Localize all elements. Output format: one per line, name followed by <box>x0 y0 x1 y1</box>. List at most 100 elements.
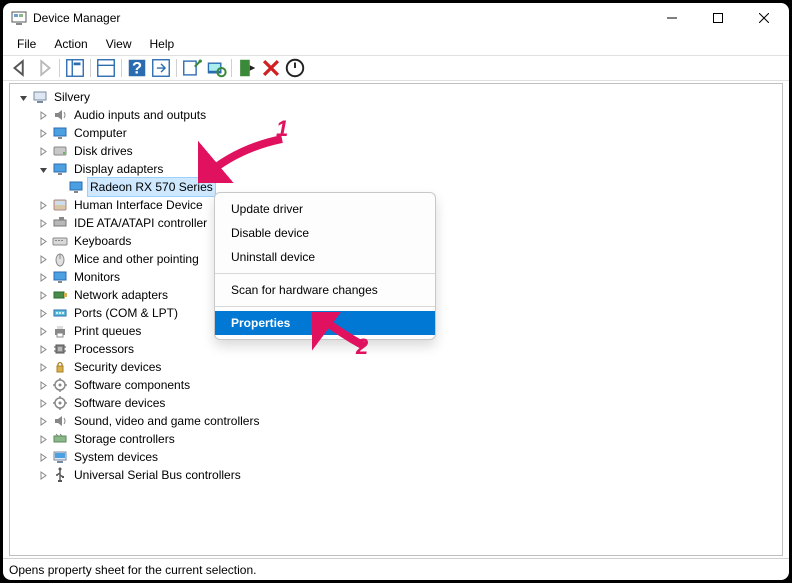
tree-category[interactable]: Software devices <box>12 394 780 412</box>
tree-category[interactable]: Processors <box>12 340 780 358</box>
tree-category[interactable]: Audio inputs and outputs <box>12 106 780 124</box>
tree-root[interactable]: Silvery <box>12 88 780 106</box>
chevron-right-icon[interactable] <box>36 450 50 464</box>
tree-category[interactable]: Universal Serial Bus controllers <box>12 466 780 484</box>
tree-category-label: Network adapters <box>72 286 170 304</box>
monitor-icon <box>68 179 84 195</box>
mouse-icon <box>52 251 68 267</box>
tree-category[interactable]: Computer <box>12 124 780 142</box>
chevron-right-icon[interactable] <box>36 342 50 356</box>
svg-text:?: ? <box>132 60 142 78</box>
ctx-separator <box>215 306 435 307</box>
chevron-right-icon[interactable] <box>36 468 50 482</box>
tree-category[interactable]: Disk drives <box>12 142 780 160</box>
forward-button[interactable] <box>33 57 55 79</box>
monitor-icon <box>52 269 68 285</box>
help-button[interactable]: ? <box>126 57 148 79</box>
toolbar-separator <box>231 59 232 77</box>
usb-icon <box>52 467 68 483</box>
storage-icon <box>52 431 68 447</box>
toolbar-separator <box>121 59 122 77</box>
hid-icon <box>52 197 68 213</box>
tree-category[interactable]: Software components <box>12 376 780 394</box>
chevron-down-icon[interactable] <box>36 162 50 176</box>
chevron-right-icon[interactable] <box>36 432 50 446</box>
tree-device-label: Radeon RX 570 Series <box>88 178 215 196</box>
tree-category-label: Processors <box>72 340 136 358</box>
monitor-icon <box>52 125 68 141</box>
tree-category[interactable]: Storage controllers <box>12 430 780 448</box>
context-menu: Update driver Disable device Uninstall d… <box>214 192 436 340</box>
menu-view[interactable]: View <box>98 35 140 53</box>
chevron-right-icon[interactable] <box>36 360 50 374</box>
chevron-right-icon[interactable] <box>36 270 50 284</box>
maximize-button[interactable] <box>695 3 741 33</box>
tree-category[interactable]: Security devices <box>12 358 780 376</box>
close-button[interactable] <box>741 3 787 33</box>
chevron-right-icon[interactable] <box>36 378 50 392</box>
menu-file[interactable]: File <box>9 35 44 53</box>
titlebar: Device Manager <box>3 3 789 33</box>
window-title: Device Manager <box>33 11 649 25</box>
chevron-right-icon[interactable] <box>36 414 50 428</box>
security-icon <box>52 359 68 375</box>
chevron-right-icon[interactable] <box>36 306 50 320</box>
tree-category[interactable]: Display adapters <box>12 160 780 178</box>
action-button[interactable] <box>150 57 172 79</box>
uninstall-device-button[interactable] <box>260 57 282 79</box>
port-icon <box>52 305 68 321</box>
chevron-right-icon[interactable] <box>36 216 50 230</box>
chevron-right-icon[interactable] <box>36 396 50 410</box>
menubar: File Action View Help <box>3 33 789 55</box>
tree-category-label: Keyboards <box>72 232 133 250</box>
chevron-down-icon[interactable] <box>16 90 30 104</box>
monitor-icon <box>52 161 68 177</box>
menu-help[interactable]: Help <box>142 35 183 53</box>
properties-button[interactable] <box>95 57 117 79</box>
ctx-uninstall-device[interactable]: Uninstall device <box>215 245 435 269</box>
tree-category-label: IDE ATA/ATAPI controller <box>72 214 209 232</box>
chevron-right-icon[interactable] <box>36 144 50 158</box>
chevron-right-icon[interactable] <box>36 252 50 266</box>
back-button[interactable] <box>9 57 31 79</box>
network-icon <box>52 287 68 303</box>
ctx-update-driver[interactable]: Update driver <box>215 197 435 221</box>
enable-device-button[interactable] <box>236 57 258 79</box>
tree-category-label: Sound, video and game controllers <box>72 412 261 430</box>
software-icon <box>52 377 68 393</box>
tree-category-label: System devices <box>72 448 160 466</box>
ctx-properties[interactable]: Properties <box>215 311 435 335</box>
show-hide-tree-button[interactable] <box>64 57 86 79</box>
tree-category-label: Universal Serial Bus controllers <box>72 466 243 484</box>
disable-device-button[interactable] <box>284 57 306 79</box>
tree-category-label: Storage controllers <box>72 430 177 448</box>
chevron-right-icon[interactable] <box>36 288 50 302</box>
chevron-right-icon[interactable] <box>36 108 50 122</box>
minimize-button[interactable] <box>649 3 695 33</box>
ctx-scan-hardware[interactable]: Scan for hardware changes <box>215 278 435 302</box>
tree-category-label: Security devices <box>72 358 163 376</box>
scan-hardware-button[interactable] <box>205 57 227 79</box>
chevron-right-icon[interactable] <box>36 126 50 140</box>
toolbar: ? <box>3 55 789 81</box>
speaker-icon <box>52 107 68 123</box>
tree-root-label: Silvery <box>52 88 92 106</box>
chevron-right-icon[interactable] <box>36 324 50 338</box>
tree-category-label: Computer <box>72 124 129 142</box>
cpu-icon <box>52 341 68 357</box>
speaker-icon <box>52 413 68 429</box>
update-driver-button[interactable] <box>181 57 203 79</box>
system-icon <box>52 449 68 465</box>
chevron-right-icon[interactable] <box>36 234 50 248</box>
toolbar-separator <box>59 59 60 77</box>
ctx-disable-device[interactable]: Disable device <box>215 221 435 245</box>
tree-category-label: Ports (COM & LPT) <box>72 304 180 322</box>
tree-category-label: Software components <box>72 376 192 394</box>
tree-category[interactable]: System devices <box>12 448 780 466</box>
tree-category[interactable]: Sound, video and game controllers <box>12 412 780 430</box>
tree-category-label: Software devices <box>72 394 167 412</box>
menu-action[interactable]: Action <box>46 35 95 53</box>
chevron-right-icon[interactable] <box>36 198 50 212</box>
ide-icon <box>52 215 68 231</box>
tree-category-label: Monitors <box>72 268 122 286</box>
